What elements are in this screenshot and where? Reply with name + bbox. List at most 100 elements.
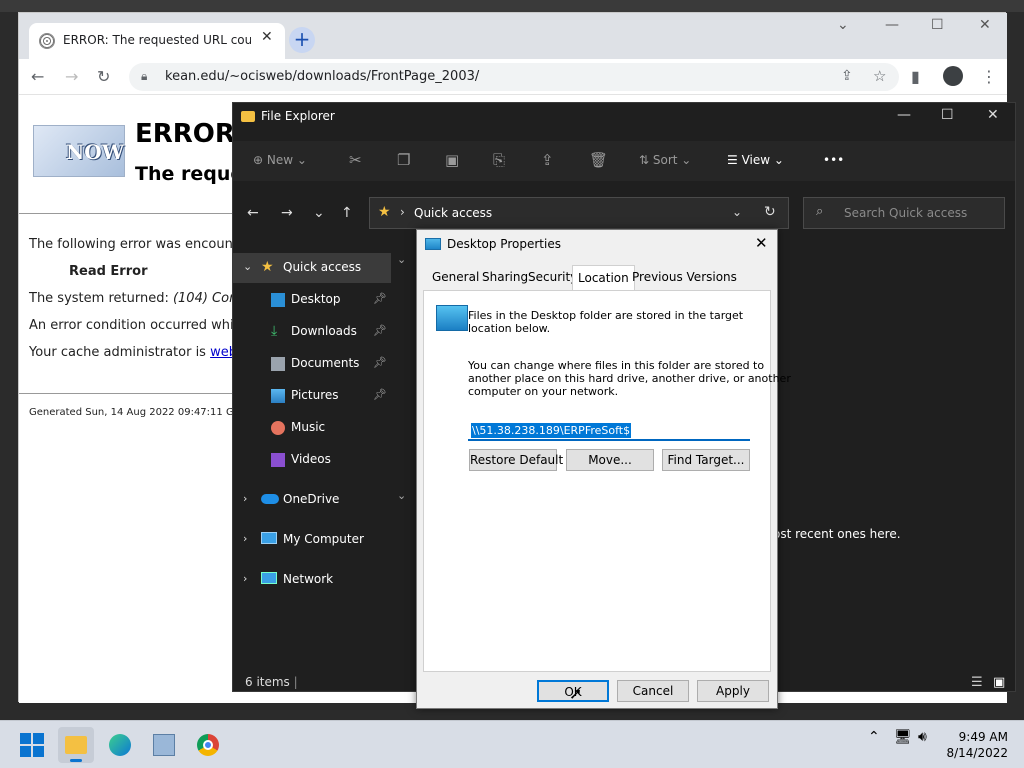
details-view-icon[interactable]: ☰	[971, 675, 983, 690]
desktop-top-strip	[0, 0, 1024, 12]
more-options-button[interactable]: •••	[823, 153, 844, 167]
tab-previous-versions[interactable]: Previous Versions	[627, 268, 742, 290]
minimize-icon[interactable]: —	[897, 107, 911, 123]
paste-icon[interactable]: ▣	[445, 151, 459, 169]
close-icon[interactable]: ✕	[755, 234, 768, 252]
search-placeholder: Search Quick access	[844, 206, 968, 220]
expand-chevron-icon[interactable]: ›	[243, 572, 247, 585]
delete-icon[interactable]: 🗑︎	[589, 151, 608, 169]
taskbar-chrome[interactable]	[190, 727, 226, 763]
browser-toolbar: ← → ↻ 🔒︎ kean.edu/~ocisweb/downloads/Fro…	[19, 59, 1007, 95]
star-icon: ★	[261, 259, 274, 275]
sidebar-item-downloads[interactable]: ⤓ Downloads 📌︎	[233, 317, 391, 347]
share-icon[interactable]: ⇪	[841, 68, 853, 84]
tab-close-icon[interactable]: ✕	[261, 29, 273, 45]
chevron-down-icon[interactable]: ⌄	[732, 205, 742, 219]
section-chevron-icon[interactable]: ⌄	[397, 253, 406, 266]
sidebar-item-desktop[interactable]: Desktop 📌︎	[233, 285, 391, 315]
sidebar-item-network[interactable]: › Network	[233, 565, 391, 595]
rename-icon[interactable]: ⎘	[493, 151, 505, 169]
location-path-input[interactable]: \\51.38.238.189\ERPFreSoft$	[468, 421, 750, 441]
pin-icon[interactable]: 📌︎	[373, 356, 387, 369]
apply-button[interactable]: Apply	[697, 680, 769, 702]
active-indicator	[70, 759, 82, 762]
close-icon[interactable]: ✕	[987, 107, 999, 123]
explorer-title: File Explorer	[261, 109, 335, 123]
find-target-button[interactable]: Find Target...	[662, 449, 750, 471]
line2-prefix: The system returned:	[29, 291, 173, 306]
error-line-4: Your cache administrator is webm	[29, 345, 250, 360]
volume-icon[interactable]: 🔊︎	[918, 729, 927, 745]
taskbar-file-explorer[interactable]	[58, 727, 94, 763]
pin-icon[interactable]: 📌︎	[373, 292, 387, 305]
divider	[19, 213, 233, 214]
explorer-address-bar[interactable]: ★ › Quick access ⌄ ↻	[369, 197, 789, 229]
generated-text: Generated Sun, 14 Aug 2022 09:47:11 GMT	[29, 407, 249, 418]
copy-icon[interactable]: ❐	[397, 151, 410, 169]
sidebar-label: Network	[283, 572, 334, 586]
sidebar-item-my-computer[interactable]: › My Computer	[233, 525, 391, 555]
computer-icon	[261, 532, 277, 544]
clock[interactable]: 9:49 AM 8/14/2022	[940, 729, 1008, 761]
expand-chevron-icon[interactable]: ⌄	[243, 260, 252, 273]
bookmark-star-icon[interactable]: ☆	[873, 67, 886, 85]
maximize-icon[interactable]: ☐	[941, 107, 954, 123]
sidebar-item-videos[interactable]: Videos	[233, 445, 391, 475]
maximize-icon[interactable]: ☐	[931, 17, 944, 33]
sidebar-item-music[interactable]: Music	[233, 413, 391, 443]
taskbar-edge[interactable]	[102, 727, 138, 763]
info-text-2c: computer on your network.	[468, 385, 619, 398]
up-icon[interactable]: ↑	[341, 205, 353, 221]
videos-icon	[271, 453, 285, 467]
sidebar-label: Documents	[291, 356, 360, 370]
chevron-down-icon[interactable]: ⌄	[837, 17, 849, 33]
recent-chevron-icon[interactable]: ⌄	[313, 205, 325, 221]
forward-icon[interactable]: →	[281, 205, 293, 221]
sidebar-icon[interactable]: ▮	[911, 67, 920, 86]
cut-icon[interactable]: ✂	[349, 151, 362, 169]
expand-chevron-icon[interactable]: ›	[243, 492, 247, 505]
clock-time: 9:49 AM	[958, 730, 1008, 744]
command-bar: ⊕ New ⌄ ✂ ❐ ▣ ⎘ ⇪ 🗑︎ ⇅ Sort ⌄ ☰ View ⌄ •…	[233, 141, 1015, 181]
tab-location[interactable]: Location	[572, 265, 635, 291]
sidebar-label: Desktop	[291, 292, 341, 306]
restore-default-button[interactable]: Restore Default	[469, 449, 563, 471]
expand-chevron-icon[interactable]: ›	[243, 532, 247, 545]
sort-button[interactable]: ⇅ Sort ⌄	[639, 153, 691, 167]
show-hidden-icons-chevron-icon[interactable]: ⌃	[868, 729, 880, 745]
section-chevron-icon[interactable]: ⌄	[397, 489, 406, 502]
pin-icon[interactable]: 📌︎	[373, 388, 387, 401]
start-button[interactable]	[14, 727, 50, 763]
sidebar-item-pictures[interactable]: Pictures 📌︎	[233, 381, 391, 411]
navigation-pane: ⌄ ★ Quick access Desktop 📌︎ ⤓ Downloads …	[233, 243, 391, 673]
navigation-bar: ← → ⌄ ↑ ★ › Quick access ⌄ ↻ ⌕ Search Qu…	[233, 193, 1015, 233]
new-tab-button[interactable]: +	[289, 27, 315, 53]
view-button[interactable]: ☰ View ⌄	[727, 153, 784, 167]
sidebar-item-onedrive[interactable]: › OneDrive	[233, 485, 391, 515]
sidebar-item-quick-access[interactable]: ⌄ ★ Quick access	[233, 253, 391, 283]
reload-icon[interactable]: ↻	[97, 67, 110, 86]
refresh-icon[interactable]: ↻	[764, 204, 776, 220]
forward-icon[interactable]: →	[65, 67, 78, 86]
profile-avatar-icon[interactable]	[943, 66, 963, 86]
sidebar-label: My Computer	[283, 532, 364, 546]
cancel-button[interactable]: Cancel	[617, 680, 689, 702]
tab-general[interactable]: General	[427, 268, 484, 290]
sidebar-item-documents[interactable]: Documents 📌︎	[233, 349, 391, 379]
minimize-icon[interactable]: —	[885, 17, 899, 33]
taskbar-app[interactable]	[146, 727, 182, 763]
address-bar[interactable]: 🔒︎ kean.edu/~ocisweb/downloads/FrontPage…	[129, 63, 899, 91]
menu-kebab-icon[interactable]: ⋮	[981, 67, 997, 86]
network-tray-icon[interactable]: 🖥︎	[894, 729, 912, 745]
browser-tab[interactable]: ERROR: The requested URL coul ✕	[29, 23, 285, 59]
new-button[interactable]: ⊕ New ⌄	[253, 153, 307, 167]
back-icon[interactable]: ←	[247, 205, 259, 221]
close-window-icon[interactable]: ✕	[979, 17, 991, 33]
tiles-view-icon[interactable]: ▣	[993, 675, 1005, 690]
move-button[interactable]: Move...	[566, 449, 654, 471]
share-icon[interactable]: ⇪	[541, 151, 554, 169]
back-icon[interactable]: ←	[31, 67, 44, 86]
network-icon	[261, 572, 277, 584]
explorer-search[interactable]: ⌕ Search Quick access	[803, 197, 1005, 229]
pin-icon[interactable]: 📌︎	[373, 324, 387, 337]
